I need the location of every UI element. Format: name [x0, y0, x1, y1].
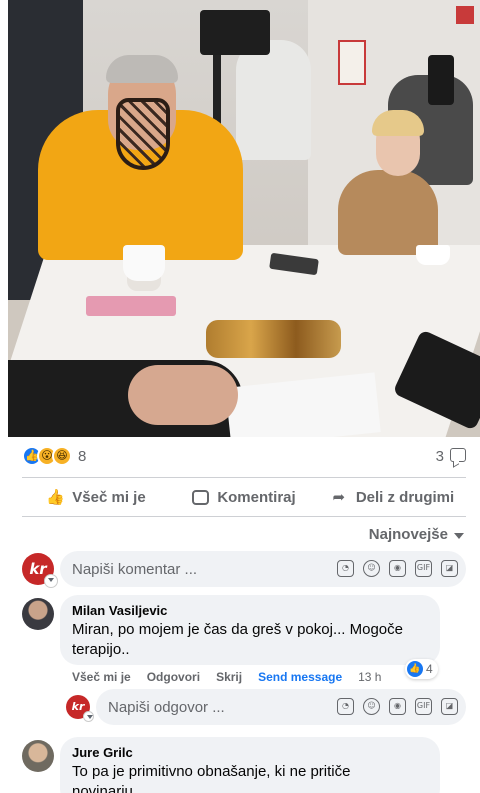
comment-actions: Všeč mi je Odgovori Skrij Send message 1…	[72, 670, 381, 684]
comment-text-line1: To pa je primitivno obnašanje, ki ne pri…	[72, 763, 351, 780]
sticker-icon[interactable]: ◪	[441, 560, 458, 577]
reaction-count[interactable]: 8	[78, 448, 86, 465]
haha-icon: 😆	[52, 446, 72, 466]
composer-tools: ◔ ☺ ◉ GIF ◪	[337, 560, 458, 577]
emoji-icon[interactable]: ☺	[363, 698, 380, 715]
gif-icon[interactable]: GIF	[415, 560, 432, 577]
comment-bubble-icon	[450, 448, 466, 462]
comment-like-count: 4	[426, 662, 433, 676]
sticker-icon[interactable]: ◪	[441, 698, 458, 715]
comment-text-line2: terapijo..	[72, 641, 130, 658]
caret-down-icon	[454, 532, 464, 539]
comment-input[interactable]: Napiši komentar ...	[72, 561, 197, 578]
comment-button[interactable]: Komentiraj	[170, 478, 318, 516]
divider	[22, 516, 466, 517]
comment-bubble: Milan Vasiljevic Miran, po mojem je čas …	[60, 595, 440, 665]
page-avatar[interactable]: kr	[22, 553, 58, 588]
like-label: Všeč mi je	[72, 488, 146, 506]
sort-label: Najnovejše	[368, 526, 448, 543]
comment-text-line2: novinarju	[72, 783, 133, 793]
camera-icon[interactable]: ◉	[389, 560, 406, 577]
comment-author[interactable]: Milan Vasiljevic	[72, 603, 428, 618]
comment-timestamp[interactable]: 13 h	[358, 670, 381, 684]
avatar[interactable]	[22, 740, 54, 772]
send-message-link[interactable]: Send message	[258, 670, 342, 684]
avatar-sticker-icon[interactable]: ◔	[337, 698, 354, 715]
composer-tools: ◔ ☺ ◉ GIF ◪	[337, 698, 458, 715]
reply-input[interactable]: Napiši odgovor ...	[108, 699, 225, 716]
comment-icon	[192, 489, 210, 505]
reaction-icons[interactable]: 👍 😮 😆	[22, 446, 76, 466]
comment-hide-link[interactable]: Skrij	[216, 670, 242, 684]
post-actions: 👍 Všeč mi je Komentiraj ➦ Deli z drugimi	[22, 478, 466, 516]
comment-label: Komentiraj	[217, 488, 296, 506]
chevron-down-icon[interactable]	[44, 574, 58, 588]
share-button[interactable]: ➦ Deli z drugimi	[318, 478, 466, 516]
page-avatar[interactable]: kr	[66, 695, 94, 722]
share-label: Deli z drugimi	[355, 488, 455, 506]
comment-text-line1: Miran, po mojem je čas da greš v pokoj..…	[72, 621, 403, 638]
gif-icon[interactable]: GIF	[415, 698, 432, 715]
camera-icon[interactable]: ◉	[389, 698, 406, 715]
share-icon: ➦	[332, 488, 346, 506]
avatar-sticker-icon[interactable]: ◔	[337, 560, 354, 577]
comment-reply-link[interactable]: Odgovori	[147, 670, 200, 684]
reactions-summary: 👍 😮 😆 8 3	[22, 445, 466, 469]
comment-author[interactable]: Jure Grilc	[72, 745, 428, 760]
like-button[interactable]: 👍 Všeč mi je	[22, 478, 170, 516]
like-icon: 👍	[407, 661, 423, 677]
avatar[interactable]	[22, 598, 54, 630]
emoji-icon[interactable]: ☺	[363, 560, 380, 577]
chevron-down-icon[interactable]	[83, 711, 94, 722]
comment-sort-dropdown[interactable]: Najnovejše	[369, 526, 464, 543]
comment-reaction-badge[interactable]: 👍 4	[405, 659, 438, 679]
reply-composer[interactable]: Napiši odgovor ... ◔ ☺ ◉ GIF ◪	[96, 689, 466, 725]
thumbs-up-icon: 👍	[46, 488, 65, 506]
comment-count[interactable]: 3	[436, 448, 444, 465]
post-photo[interactable]	[8, 0, 480, 437]
comment-bubble: Jure Grilc To pa je primitivno obnašanje…	[60, 737, 440, 793]
comment-composer[interactable]: Napiši komentar ... ◔ ☺ ◉ GIF ◪	[60, 551, 466, 587]
comment-like-link[interactable]: Všeč mi je	[72, 670, 131, 684]
